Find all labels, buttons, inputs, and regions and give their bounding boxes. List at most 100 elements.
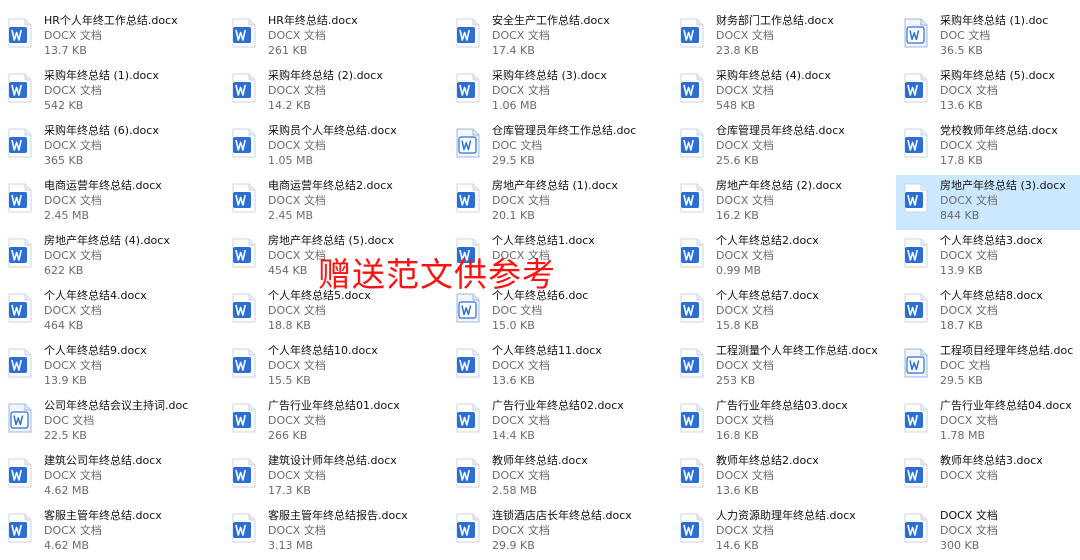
file-item[interactable]: 个人年终总结10.docx DOCX 文档 15.5 KB	[224, 340, 448, 395]
doc-file-icon	[456, 128, 480, 158]
file-item[interactable]: 个人年终总结1.docx DOCX 文档	[448, 230, 672, 285]
file-item[interactable]: HR个人年终工作总结.docx DOCX 文档 13.7 KB	[0, 10, 224, 65]
file-size: 266 KB	[268, 429, 308, 442]
docx-file-icon	[8, 73, 32, 103]
file-item[interactable]: 个人年终总结7.docx DOCX 文档 15.8 KB	[672, 285, 896, 340]
file-item[interactable]: 客服主管年终总结报告.docx DOCX 文档 3.13 MB	[224, 505, 448, 560]
file-item[interactable]: 建筑公司年终总结.docx DOCX 文档 4.62 MB	[0, 450, 224, 505]
file-type: DOCX 文档	[44, 194, 102, 207]
file-type: DOCX 文档	[268, 414, 326, 427]
file-item[interactable]: 财务部门工作总结.docx DOCX 文档 23.8 KB	[672, 10, 896, 65]
file-item[interactable]: 建筑设计师年终总结.docx DOCX 文档 17.3 KB	[224, 450, 448, 505]
file-item[interactable]: 房地产年终总结 (5).docx DOCX 文档 454 KB	[224, 230, 448, 285]
file-name: 建筑设计师年终总结.docx	[268, 454, 397, 467]
file-item[interactable]: 房地产年终总结 (1).docx DOCX 文档 20.1 KB	[448, 175, 672, 230]
file-meta: 个人年终总结5.docx DOCX 文档 18.8 KB	[268, 289, 448, 333]
file-item[interactable]: 电商运营年终总结.docx DOCX 文档 2.45 MB	[0, 175, 224, 230]
file-item[interactable]: 安全生产工作总结.docx DOCX 文档 17.4 KB	[448, 10, 672, 65]
docx-file-icon	[680, 348, 704, 378]
file-size: 0.99 MB	[716, 264, 762, 277]
file-item[interactable]: 仓库管理员年终总结.docx DOCX 文档 25.6 KB	[672, 120, 896, 175]
file-item[interactable]: 房地产年终总结 (3).docx DOCX 文档 844 KB	[896, 175, 1080, 230]
file-item[interactable]: 仓库管理员年终工作总结.doc DOC 文档 29.5 KB	[448, 120, 672, 175]
file-item[interactable]: 客服主管年终总结.docx DOCX 文档 4.62 MB	[0, 505, 224, 560]
file-item[interactable]: 采购年终总结 (6).docx DOCX 文档 365 KB	[0, 120, 224, 175]
file-item[interactable]: 采购年终总结 (1).docx DOCX 文档 542 KB	[0, 65, 224, 120]
file-item[interactable]: 采购年终总结 (2).docx DOCX 文档 14.2 KB	[224, 65, 448, 120]
file-name: 个人年终总结6.doc	[492, 289, 589, 302]
file-item[interactable]: 采购年终总结 (4).docx DOCX 文档 548 KB	[672, 65, 896, 120]
file-meta: 采购年终总结 (4).docx DOCX 文档 548 KB	[716, 69, 896, 113]
file-item[interactable]: 房地产年终总结 (2).docx DOCX 文档 16.2 KB	[672, 175, 896, 230]
file-meta: 仓库管理员年终工作总结.doc DOC 文档 29.5 KB	[492, 124, 672, 168]
file-item[interactable]: 个人年终总结3.docx DOCX 文档 13.9 KB	[896, 230, 1080, 285]
file-item[interactable]: 个人年终总结9.docx DOCX 文档 13.9 KB	[0, 340, 224, 395]
file-item[interactable]: 广告行业年终总结04.docx DOCX 文档 1.78 MB	[896, 395, 1080, 450]
file-item[interactable]: 个人年终总结6.doc DOC 文档 15.0 KB	[448, 285, 672, 340]
docx-file-icon	[680, 73, 704, 103]
file-item[interactable]: 个人年终总结4.docx DOCX 文档 464 KB	[0, 285, 224, 340]
file-size: 13.9 KB	[940, 264, 983, 277]
file-grid: HR个人年终工作总结.docx DOCX 文档 13.7 KB HR年终总结.docx…	[0, 0, 1080, 557]
docx-file-icon	[904, 238, 928, 268]
file-item[interactable]: HR年终总结.docx DOCX 文档 261 KB	[224, 10, 448, 65]
file-meta: 仓库管理员年终总结.docx DOCX 文档 25.6 KB	[716, 124, 896, 168]
file-size: 4.62 MB	[44, 484, 90, 497]
file-item[interactable]: 广告行业年终总结01.docx DOCX 文档 266 KB	[224, 395, 448, 450]
file-meta: 房地产年终总结 (5).docx DOCX 文档 454 KB	[268, 234, 448, 278]
file-name: 房地产年终总结 (5).docx	[268, 234, 394, 247]
docx-file-icon	[680, 403, 704, 433]
file-item[interactable]: 采购年终总结 (1).doc DOC 文档 36.5 KB	[896, 10, 1080, 65]
file-name: 个人年终总结5.docx	[268, 289, 371, 302]
file-meta: 采购年终总结 (1).doc DOC 文档 36.5 KB	[940, 14, 1080, 58]
file-item[interactable]: 连锁酒店店长年终总结.docx DOCX 文档 29.9 KB	[448, 505, 672, 560]
file-item[interactable]: 采购员个人年终总结.docx DOCX 文档 1.05 MB	[224, 120, 448, 175]
file-type: DOCX 文档	[716, 29, 774, 42]
file-type: DOCX 文档	[268, 304, 326, 317]
file-item[interactable]: 党校教师年终总结.docx DOCX 文档 17.8 KB	[896, 120, 1080, 175]
file-item[interactable]: 广告行业年终总结02.docx DOCX 文档 14.4 KB	[448, 395, 672, 450]
file-item[interactable]: 采购年终总结 (5).docx DOCX 文档 13.6 KB	[896, 65, 1080, 120]
file-item[interactable]: 教师年终总结2.docx DOCX 文档 13.6 KB	[672, 450, 896, 505]
file-item[interactable]: 教师年终总结.docx DOCX 文档 2.58 MB	[448, 450, 672, 505]
file-item[interactable]: 教师年终总结3.docx DOCX 文档	[896, 450, 1080, 505]
file-type: DOCX 文档	[940, 304, 998, 317]
file-item[interactable]: 个人年终总结5.docx DOCX 文档 18.8 KB	[224, 285, 448, 340]
file-meta: 教师年终总结.docx DOCX 文档 2.58 MB	[492, 454, 672, 498]
file-name: 电商运营年终总结2.docx	[268, 179, 393, 192]
file-meta: 采购年终总结 (3).docx DOCX 文档 1.06 MB	[492, 69, 672, 113]
file-size: 15.5 KB	[268, 374, 311, 387]
file-size: 16.2 KB	[716, 209, 759, 222]
docx-file-icon	[8, 18, 32, 48]
file-type: DOCX 文档	[940, 194, 998, 207]
file-item[interactable]: 工程项目经理年终总结.doc DOC 文档 29.5 KB	[896, 340, 1080, 395]
file-item[interactable]: 广告行业年终总结03.docx DOCX 文档 16.8 KB	[672, 395, 896, 450]
file-item[interactable]: 采购年终总结 (3).docx DOCX 文档 1.06 MB	[448, 65, 672, 120]
file-size: 15.8 KB	[716, 319, 759, 332]
file-item[interactable]: 公司年终总结会议主持词.doc DOC 文档 22.5 KB	[0, 395, 224, 450]
file-meta: 采购年终总结 (6).docx DOCX 文档 365 KB	[44, 124, 224, 168]
file-size: 17.4 KB	[492, 44, 535, 57]
file-item[interactable]: 个人年终总结11.docx DOCX 文档 13.6 KB	[448, 340, 672, 395]
file-item[interactable]: 房地产年终总结 (4).docx DOCX 文档 622 KB	[0, 230, 224, 285]
file-meta: 个人年终总结3.docx DOCX 文档 13.9 KB	[940, 234, 1080, 278]
file-meta: 房地产年终总结 (2).docx DOCX 文档 16.2 KB	[716, 179, 896, 223]
file-item[interactable]: 个人年终总结8.docx DOCX 文档 18.7 KB	[896, 285, 1080, 340]
file-name: 个人年终总结4.docx	[44, 289, 147, 302]
file-item[interactable]: DOCX 文档 DOCX 文档 300 KB	[896, 505, 1080, 560]
file-name: 连锁酒店店长年终总结.docx	[492, 509, 632, 522]
file-type: DOCX 文档	[268, 359, 326, 372]
file-item[interactable]: 个人年终总结2.docx DOCX 文档 0.99 MB	[672, 230, 896, 285]
file-item[interactable]: 电商运营年终总结2.docx DOCX 文档 2.45 MB	[224, 175, 448, 230]
file-meta: 个人年终总结1.docx DOCX 文档	[492, 234, 672, 263]
file-item[interactable]: 人力资源助理年终总结.docx DOCX 文档 14.6 KB	[672, 505, 896, 560]
file-size: 36.5 KB	[940, 44, 983, 57]
file-name: 个人年终总结11.docx	[492, 344, 602, 357]
docx-file-icon	[456, 458, 480, 488]
file-item[interactable]: 工程测量个人年终工作总结.docx DOCX 文档 253 KB	[672, 340, 896, 395]
docx-file-icon	[456, 348, 480, 378]
doc-file-icon	[904, 18, 928, 48]
file-meta: HR个人年终工作总结.docx DOCX 文档 13.7 KB	[44, 14, 224, 58]
file-name: 采购年终总结 (4).docx	[716, 69, 831, 82]
docx-file-icon	[456, 513, 480, 543]
